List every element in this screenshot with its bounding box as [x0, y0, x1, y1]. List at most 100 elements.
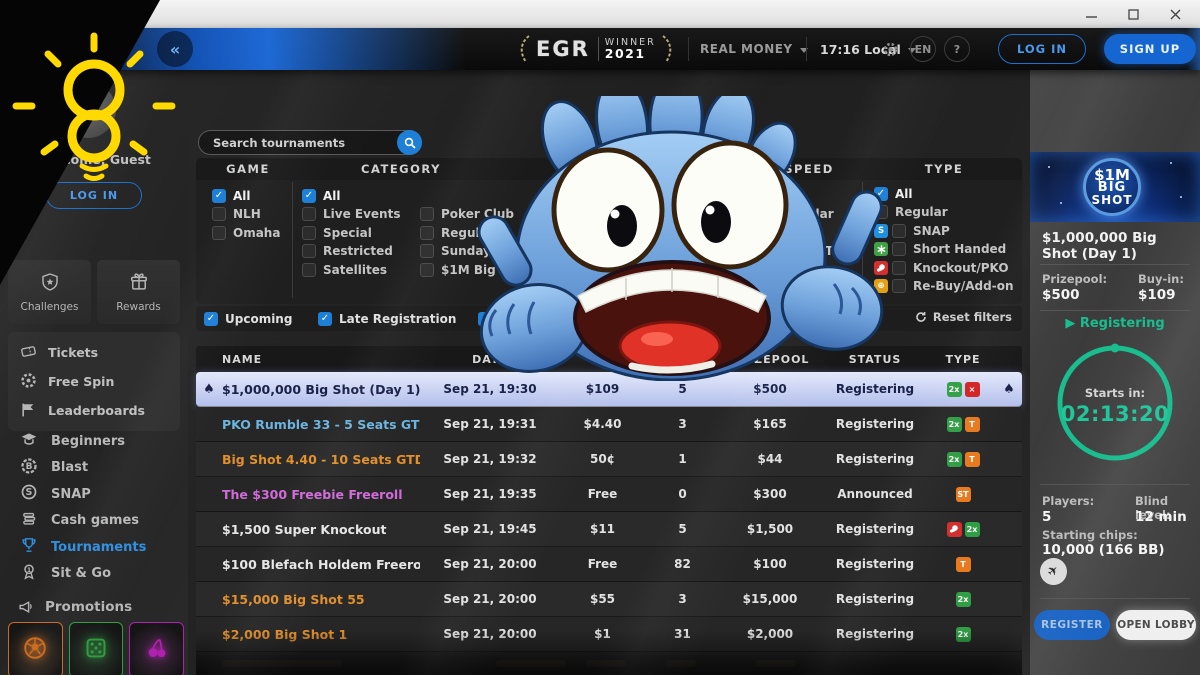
filter-category-poker-club[interactable]: Poker Club [420, 207, 525, 223]
minimize-button[interactable] [1070, 0, 1112, 28]
filter-status-running[interactable]: ✓Running [478, 311, 555, 327]
column-header-type[interactable]: TYPE [930, 353, 996, 366]
filter-category-special[interactable]: Special [302, 225, 400, 241]
filter-category-1m-big-sho[interactable]: $1M Big Sho [420, 262, 525, 278]
promo-tile-slots[interactable] [129, 622, 184, 675]
filter-type-re-buy-add-on[interactable]: ⊕Re-Buy/Add-on [874, 279, 1014, 295]
filter-game-all[interactable]: ✓All [212, 188, 280, 204]
checkbox[interactable] [420, 207, 434, 221]
checkbox[interactable]: ✓ [478, 312, 492, 326]
filter-status-upcoming[interactable]: ✓Upcoming [204, 311, 292, 327]
snap-type-icon: S [874, 224, 888, 238]
money-mode-dropdown[interactable]: REAL MONEY [700, 28, 808, 70]
checkbox[interactable] [212, 226, 226, 240]
tournament-row[interactable]: ♠$1,000,000 Big Shot (Day 1)Sep 21, 19:3… [196, 372, 1022, 407]
filter-game-nlh[interactable]: NLH [212, 207, 280, 223]
checkbox[interactable] [892, 224, 906, 238]
checkbox[interactable] [760, 244, 774, 258]
filter-category-live-events[interactable]: Live Events [302, 207, 400, 223]
search-input[interactable] [199, 136, 397, 150]
open-lobby-button[interactable]: OPEN LOBBY [1116, 610, 1196, 640]
column-header-prizepool[interactable]: PRIZEPOOL [720, 353, 820, 366]
signup-button[interactable]: SIGN UP [1104, 34, 1196, 64]
filter-type-snap[interactable]: SSNAP [874, 223, 1014, 239]
filter-type-regular[interactable]: Regular [874, 205, 1014, 221]
checkbox[interactable]: ✓ [318, 312, 332, 326]
checkbox[interactable] [420, 263, 434, 277]
tournament-row[interactable]: ♠PKO Rumble 33 - 5 Seats GTDSep 21, 19:3… [196, 407, 1022, 442]
checkbox[interactable] [212, 207, 226, 221]
checkbox[interactable] [892, 261, 906, 275]
sidebar-item-sit-go[interactable]: 1Sit & Go [0, 561, 188, 588]
tournament-row[interactable]: ♠$2,000 Big Shot 1Sep 21, 20:00$131$2,00… [196, 617, 1022, 652]
column-header-status[interactable]: STATUS [820, 353, 930, 366]
sidebar-item-promotions[interactable]: Promotions [0, 598, 188, 615]
promo-tile-casino[interactable] [69, 622, 124, 675]
sidebar-item-beginners[interactable]: Beginners [0, 428, 188, 455]
filter-speed-super-turbo[interactable]: Super Turbo [760, 244, 863, 260]
checkbox[interactable] [302, 207, 316, 221]
checkbox[interactable] [302, 263, 316, 277]
checkbox[interactable]: ✓ [760, 189, 774, 203]
filter-category-restricted[interactable]: Restricted [302, 244, 400, 260]
column-header-date[interactable]: DATE [420, 353, 560, 366]
sidebar-item-leaderboards[interactable]: Leaderboards [8, 396, 180, 425]
sidebar-tile-rewards[interactable]: Rewards [97, 260, 180, 324]
sidebar-item-tickets[interactable]: Tickets [8, 338, 180, 367]
filter-category-regular[interactable]: Regular [420, 225, 525, 241]
checkbox[interactable]: ✓ [204, 312, 218, 326]
filter-type-short-handed[interactable]: Short Handed [874, 242, 1014, 258]
checkbox[interactable] [302, 226, 316, 240]
filter-type-knockout-pko[interactable]: Knockout/PKO [874, 260, 1014, 276]
language-button[interactable]: EN [910, 36, 936, 62]
help-button[interactable]: ? [944, 36, 970, 62]
sidebar-tile-challenges[interactable]: Challenges [8, 260, 91, 324]
tournament-row[interactable]: ♠$15,000 Big Shot 55Sep 21, 20:00$553$15… [196, 582, 1022, 617]
tournament-row[interactable]: ♠The $300 Freebie FreerollSep 21, 19:35F… [196, 477, 1022, 512]
sidebar-item-cash-games[interactable]: Cash games [0, 508, 188, 535]
tournament-row[interactable]: ♠Big Shot 4.40 - 10 Seats GTDSep 21, 19:… [196, 442, 1022, 477]
checkbox[interactable]: ✓ [874, 187, 888, 201]
checkbox[interactable] [420, 244, 434, 258]
checkbox[interactable] [892, 242, 906, 256]
checkbox[interactable] [760, 226, 774, 240]
close-button[interactable] [1154, 0, 1196, 28]
checkbox[interactable]: ✓ [302, 189, 316, 203]
filter-speed-all[interactable]: ✓All [760, 188, 863, 204]
register-button[interactable]: REGISTER [1034, 610, 1110, 640]
checkbox[interactable] [420, 226, 434, 240]
column-header-name[interactable]: NAME [222, 353, 420, 366]
money-mode-label: REAL MONEY [700, 42, 793, 56]
sidebar-item-free-spin[interactable]: Free Spin [8, 367, 180, 396]
filter-category-satellites[interactable]: Satellites [302, 262, 400, 278]
big-shot-banner[interactable]: $1M BIG SHOT [1030, 152, 1200, 222]
sidebar-item-snap[interactable]: SSNAP [0, 481, 188, 508]
collapse-sidebar-button[interactable]: « [157, 31, 193, 67]
filter-category-sunday-sa[interactable]: Sunday Sa [420, 244, 525, 260]
checkbox[interactable] [874, 205, 888, 219]
checkbox[interactable] [892, 279, 906, 293]
selected-tournament-title: $1,000,000 Big Shot (Day 1) [1042, 230, 1192, 262]
reset-filters-button[interactable]: Reset filters [915, 310, 1012, 324]
sidebar-item-blast[interactable]: BBlast [0, 455, 188, 482]
tournament-row[interactable]: ♠$100 Blefach Holdem FreerollSep 21, 20:… [196, 547, 1022, 582]
checkbox[interactable]: ✓ [212, 189, 226, 203]
tournament-date: Sep 21, 20:00 [420, 627, 560, 641]
maximize-button[interactable] [1112, 0, 1154, 28]
local-time-dropdown[interactable]: 17:16 Local [820, 28, 916, 70]
promo-tile-sports[interactable] [8, 622, 63, 675]
settings-button[interactable] [882, 28, 899, 70]
sidebar-item-tournaments[interactable]: Tournaments [0, 534, 188, 561]
filter-status-late-registration[interactable]: ✓Late Registration [318, 311, 456, 327]
checkbox[interactable] [760, 207, 774, 221]
filter-type-all[interactable]: ✓All [874, 186, 1014, 202]
filter-category-all[interactable]: ✓All [302, 188, 400, 204]
sidebar-login-button[interactable]: LOG IN [46, 182, 142, 209]
tournament-row[interactable]: ♠$1,500 Super KnockoutSep 21, 19:45$115$… [196, 512, 1022, 547]
filter-speed-regular[interactable]: Regular [760, 207, 863, 223]
filter-game-omaha[interactable]: Omaha [212, 225, 280, 241]
search-button[interactable] [397, 130, 422, 155]
checkbox[interactable] [302, 244, 316, 258]
filter-speed-turbo[interactable]: Turbo [760, 225, 863, 241]
login-button[interactable]: LOG IN [998, 34, 1086, 64]
